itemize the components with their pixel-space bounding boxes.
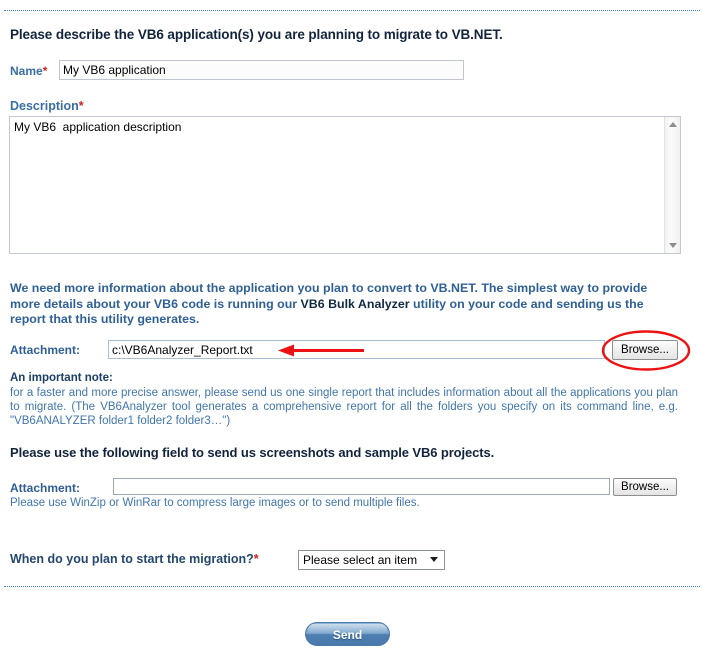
scroll-down-icon[interactable] <box>665 237 681 253</box>
migration-start-label: When do you plan to start the migration?… <box>10 552 259 566</box>
description-scrollbar[interactable] <box>664 117 680 253</box>
browse-button-report[interactable]: Browse... <box>612 340 678 360</box>
scroll-up-icon[interactable] <box>665 117 681 133</box>
migration-request-form-page: Please describe the VB6 application(s) y… <box>0 0 702 656</box>
migration-start-select[interactable]: Please select an item <box>298 550 445 570</box>
divider-top <box>4 10 700 12</box>
divider-bottom <box>4 586 700 588</box>
info-paragraph-bold: VB6 Bulk Analyzer <box>300 296 410 311</box>
send-button-label: Send <box>332 628 363 642</box>
name-required-asterisk: * <box>42 64 48 78</box>
important-note-title: An important note: <box>10 372 113 384</box>
important-note-body: for a faster and more precise answer, pl… <box>10 387 678 427</box>
description-textarea-wrapper <box>9 116 681 254</box>
name-input[interactable] <box>59 60 464 80</box>
compress-hint: Please use WinZip or WinRar to compress … <box>10 497 420 509</box>
attachment-screenshots-input[interactable] <box>113 478 610 495</box>
name-label: Name* <box>10 64 47 78</box>
description-label-text: Description <box>10 99 79 113</box>
name-label-text: Name <box>10 64 43 78</box>
description-label: Description* <box>10 99 84 113</box>
migration-start-label-text: When do you plan to start the migration? <box>10 552 254 566</box>
description-textarea[interactable] <box>10 117 664 253</box>
attachment-report-label: Attachment: <box>10 343 81 357</box>
attachment-report-input[interactable] <box>108 340 605 359</box>
page-title: Please describe the VB6 application(s) y… <box>10 27 503 42</box>
migration-start-required-asterisk: * <box>253 552 259 566</box>
screenshots-section-title: Please use the following field to send u… <box>10 445 495 460</box>
attachment-screenshots-label: Attachment: <box>10 481 81 495</box>
send-button[interactable]: Send <box>305 622 390 646</box>
info-paragraph: We need more information about the appli… <box>10 281 678 328</box>
important-note: An important note: for a faster and more… <box>10 371 678 428</box>
description-required-asterisk: * <box>78 99 84 113</box>
browse-button-screenshots[interactable]: Browse... <box>613 478 677 496</box>
